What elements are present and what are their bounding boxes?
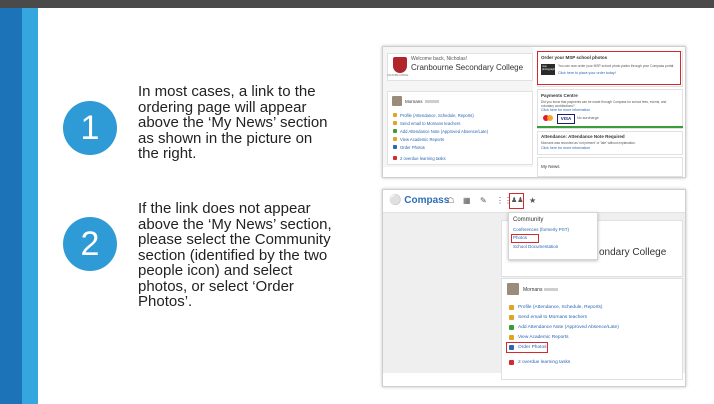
task-icon xyxy=(509,360,514,365)
photo-panel-text: You can now order your MSP school photo … xyxy=(558,64,675,68)
task-icon xyxy=(393,156,397,160)
attendance-title: Attendance: Attendance Note Required xyxy=(541,134,625,139)
mastercard-icon xyxy=(543,114,553,122)
avatar xyxy=(507,283,519,295)
reports-icon xyxy=(393,137,397,141)
step-2-line: Photos’. xyxy=(138,293,193,310)
order-photos-link[interactable]: Order Photos xyxy=(518,345,547,350)
dropdown-title: Community xyxy=(513,217,544,223)
attendance-text: Mornans was recorded as 'not present' or… xyxy=(541,141,636,145)
avatar xyxy=(392,96,402,106)
step-2-badge: 2 xyxy=(63,217,117,271)
profile-icon xyxy=(393,113,397,117)
step-2-text: If the link does not appear above the ‘M… xyxy=(138,201,332,310)
overdue-tasks-link[interactable]: 2 overdue learning tasks xyxy=(400,156,446,161)
email-teachers-link[interactable]: Send email to Mornans teachers xyxy=(400,121,460,126)
add-icon xyxy=(393,129,397,133)
college-name: Cranbourne Secondary College xyxy=(411,63,524,72)
left-accent-band-light xyxy=(22,8,38,404)
step-2-line: people icon) and select xyxy=(138,262,293,279)
profile-link[interactable]: Profile (Attendance, Schedule, Reports) xyxy=(518,305,603,310)
star-icon[interactable]: ★ xyxy=(529,196,536,205)
menu-item-photos[interactable]: Photos xyxy=(513,235,527,240)
pencil-icon[interactable]: ✎ xyxy=(480,196,487,205)
profile-link[interactable]: Profile (Attendance, Schedule, Reports) xyxy=(400,113,474,118)
academic-reports-link[interactable]: View Academic Reports xyxy=(518,335,569,340)
step-2-line: section (identified by the two xyxy=(138,246,328,264)
dashboard-left-column: Welcome back, Nicholas! Cranbourne Secon… xyxy=(383,47,533,167)
home-icon[interactable]: ☖ xyxy=(447,196,454,205)
student-name: Mornans xyxy=(405,99,439,104)
community-dropdown: Community Conferences (formerly PST) Pho… xyxy=(508,212,598,260)
student-name: Mornans xyxy=(523,287,559,293)
email-icon xyxy=(509,315,514,320)
photo-icon xyxy=(509,345,514,350)
left-accent-band xyxy=(0,8,22,404)
surcharge-text: No surcharge xyxy=(577,116,599,120)
calendar-icon[interactable]: ▦ xyxy=(463,196,471,205)
compass-logo[interactable]: ⚪ Compass xyxy=(389,195,449,206)
step-1-line: the right. xyxy=(138,145,197,162)
photo-order-link[interactable]: Click here to place your order today! xyxy=(558,71,616,75)
step-2-line: If the link does not appear xyxy=(138,200,311,217)
step-1-line: above the ‘My News’ section xyxy=(138,114,328,131)
step-1-line: as shown in the picture on xyxy=(138,129,313,147)
step-1-line: ordering page will appear xyxy=(138,98,307,116)
community-people-icon[interactable]: ♟♟ xyxy=(511,196,524,204)
step-1-text: In most cases, a link to the ordering pa… xyxy=(138,84,328,162)
screenshot-my-news: Welcome back, Nicholas! Cranbourne Secon… xyxy=(382,46,686,178)
step-2-line: photos, or select ‘Order xyxy=(138,277,294,295)
step-2-line: above the ‘My News’ section, xyxy=(138,215,332,233)
msp-logo: msp photography xyxy=(541,64,556,75)
photo-panel-title: Order your MSP school photos xyxy=(541,55,608,60)
photo-icon xyxy=(393,145,397,149)
welcome-text: Welcome back, Nicholas! xyxy=(411,56,468,62)
step-1-badge: 1 xyxy=(63,101,117,155)
my-news-heading: My News xyxy=(541,164,560,169)
attendance-note-link[interactable]: Add Attendance Note (Approved Absence/La… xyxy=(400,129,488,134)
student-name-text: Mornans xyxy=(523,287,543,293)
crest-label: CRANBOURNE xyxy=(387,73,409,77)
screenshot-community-menu: ⚪ Compass ☖ ▦ ✎ ⋮⋮ ♟♟ ★ ondary College C… xyxy=(382,189,686,387)
compass-logo-text: Compass xyxy=(404,195,450,206)
redacted-surname xyxy=(424,100,439,104)
school-crest-icon xyxy=(393,57,407,73)
profile-icon xyxy=(509,305,514,310)
student-name-text: Mornans xyxy=(405,99,423,104)
menu-item-conferences[interactable]: Conferences (formerly PST) xyxy=(513,227,569,232)
payments-title: Payments Centre xyxy=(541,93,578,98)
top-dark-bar xyxy=(0,0,714,8)
step-1-line: In most cases, a link to the xyxy=(138,83,316,100)
attendance-note-link[interactable]: Add Attendance Note (Approved Absence/La… xyxy=(518,325,619,330)
menu-item-school-documentation[interactable]: School Documentation xyxy=(513,244,558,249)
step-2-line: please select the Community xyxy=(138,231,331,248)
redacted-surname xyxy=(544,288,559,292)
overdue-tasks-link[interactable]: 2 overdue learning tasks xyxy=(518,360,570,365)
payments-info-link[interactable]: Click here for more information xyxy=(541,108,590,112)
add-icon xyxy=(509,325,514,330)
green-divider xyxy=(537,126,683,128)
academic-reports-link[interactable]: View Academic Reports xyxy=(400,137,444,142)
reports-icon xyxy=(509,335,514,340)
attendance-info-link[interactable]: Click here for more information xyxy=(541,146,590,150)
email-teachers-link[interactable]: Send email to Mornans teachers xyxy=(518,315,587,320)
visa-icon: VISA xyxy=(557,114,575,124)
order-photos-link[interactable]: Order Photos xyxy=(400,145,425,150)
email-icon xyxy=(393,121,397,125)
college-name-partial: ondary College xyxy=(599,247,667,258)
